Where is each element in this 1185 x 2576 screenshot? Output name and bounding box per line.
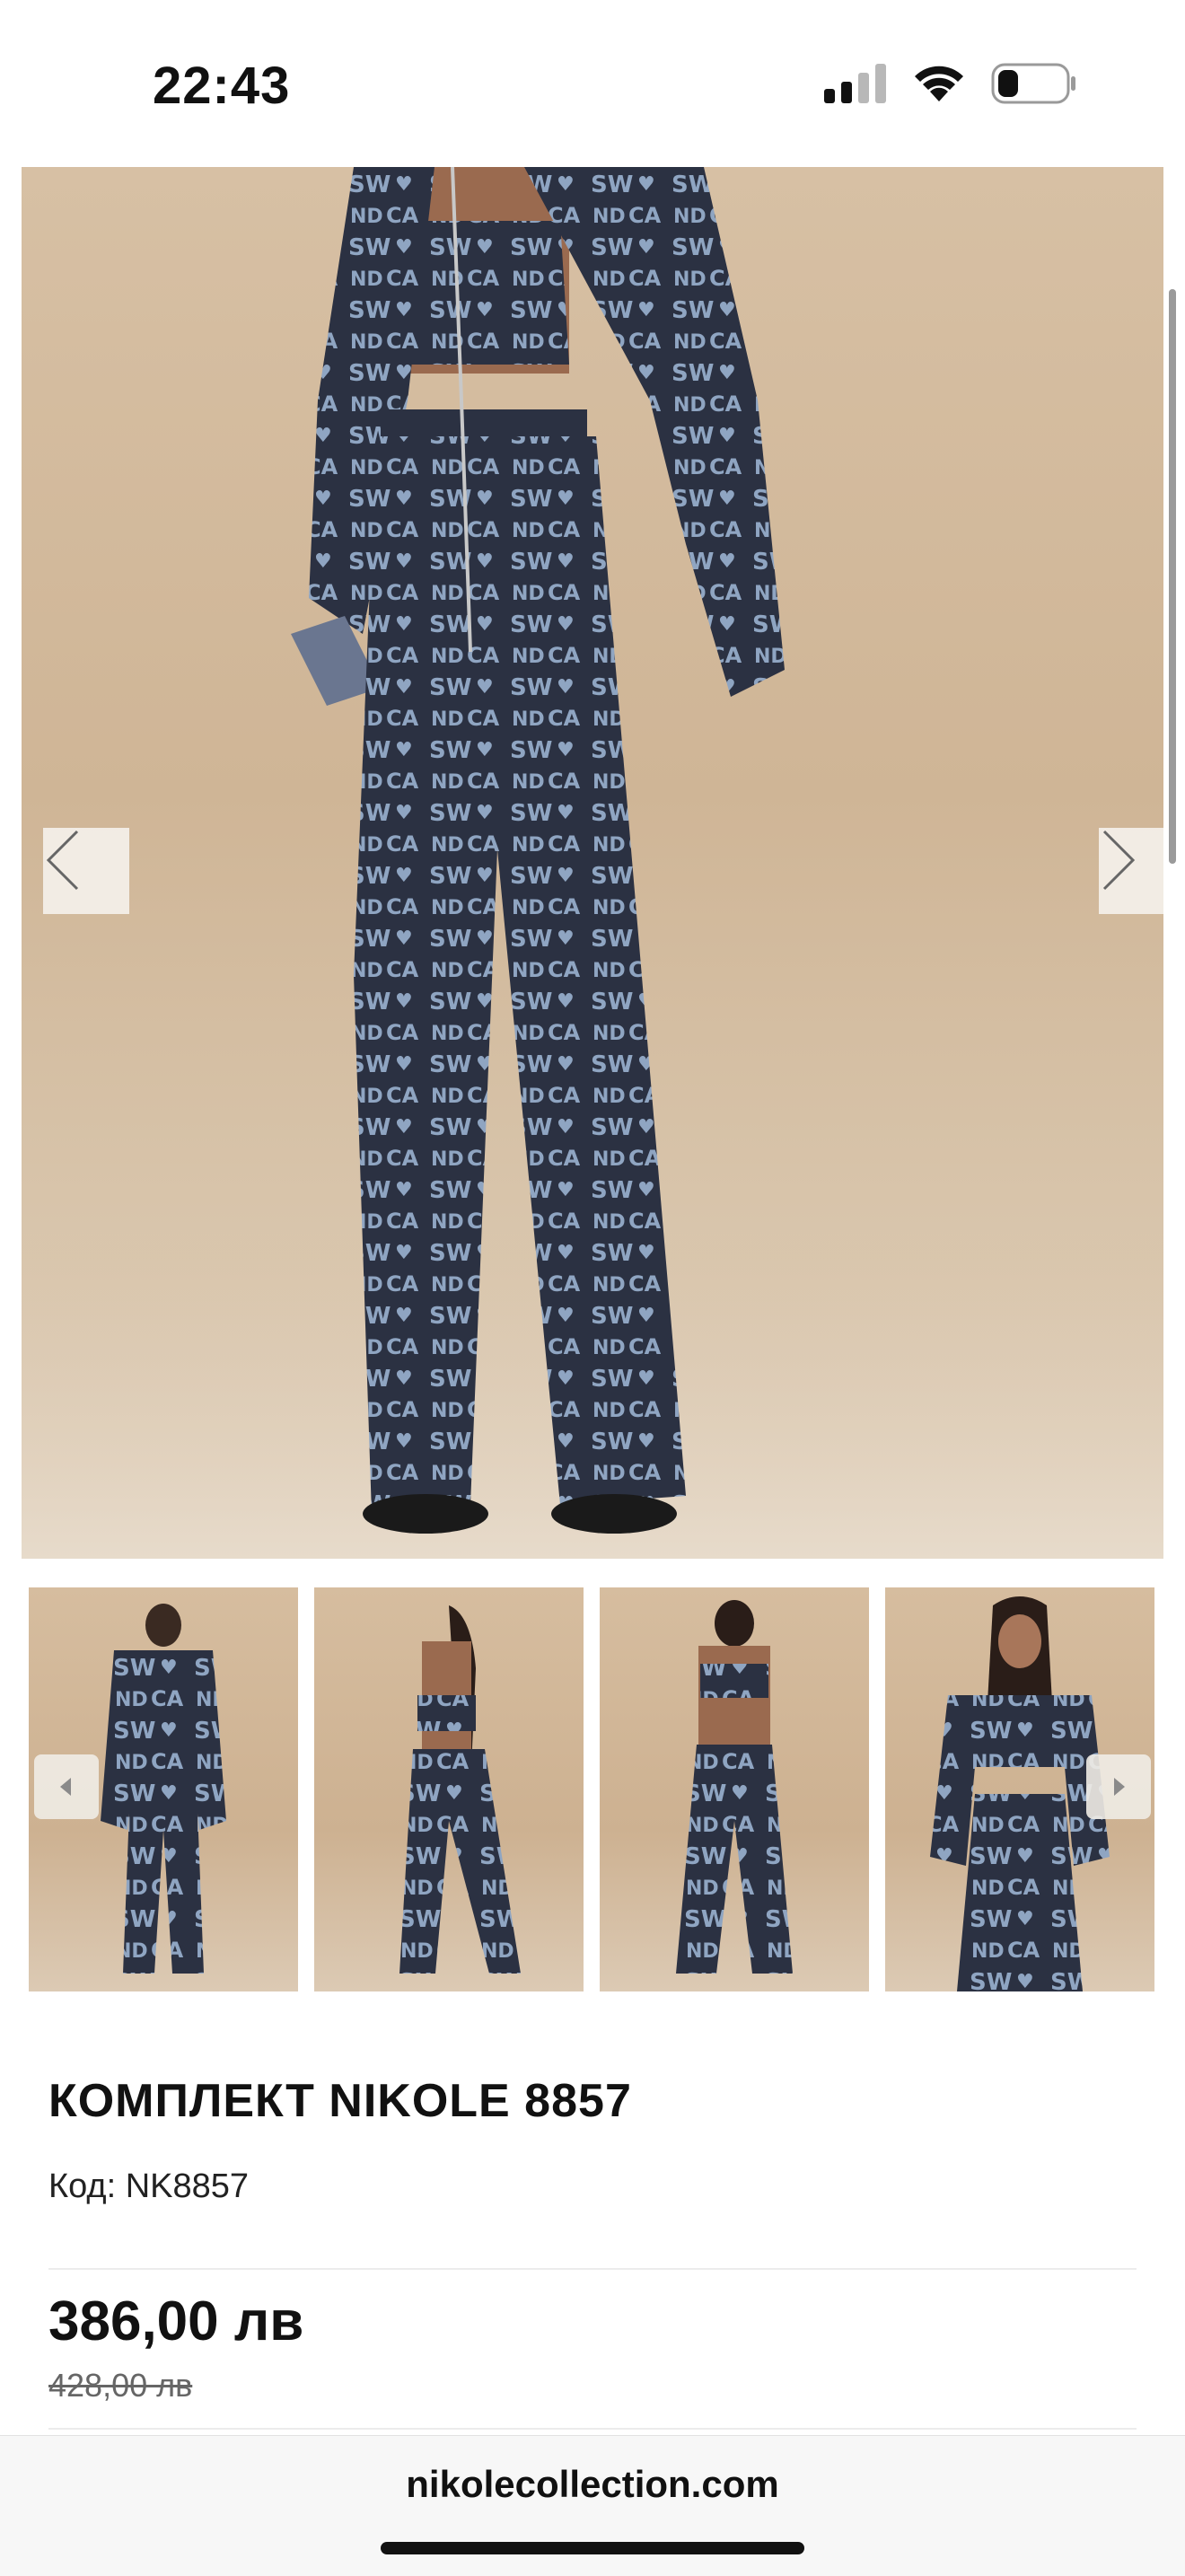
thumbnail-2[interactable] — [314, 1587, 584, 1991]
status-icons — [824, 63, 1077, 104]
price-current: 386,00 лв — [48, 2290, 304, 2352]
status-time: 22:43 — [153, 57, 291, 115]
page-scrollbar[interactable] — [1169, 289, 1176, 864]
gallery-prev-button[interactable] — [43, 828, 129, 914]
battery-icon — [991, 63, 1077, 104]
thumbnail-strip — [29, 1587, 1156, 1991]
caret-left-icon — [60, 1778, 71, 1796]
home-indicator[interactable] — [381, 2542, 804, 2554]
product-code: Код: NK8857 — [48, 2167, 250, 2205]
status-bar: 22:43 — [0, 0, 1185, 167]
gallery-next-button[interactable] — [1099, 828, 1163, 914]
divider — [48, 2428, 1137, 2430]
chevron-right-icon — [1102, 830, 1136, 891]
divider — [48, 2268, 1137, 2270]
caret-right-icon — [1114, 1778, 1125, 1796]
wifi-icon — [912, 64, 966, 103]
price-old: 428,00 лв — [48, 2367, 193, 2404]
cellular-signal-icon — [824, 64, 887, 103]
chevron-left-icon — [46, 830, 79, 891]
main-product-image[interactable]: SW CA ♥ ND — [22, 167, 1163, 1559]
browser-url-bar[interactable]: nikolecollection.com — [0, 2435, 1185, 2576]
product-title: КОМПЛЕКТ NIKOLE 8857 — [48, 2075, 632, 2127]
url-text[interactable]: nikolecollection.com — [0, 2463, 1185, 2506]
thumbnail-prev-button[interactable] — [34, 1754, 99, 1819]
thumbnail-next-button[interactable] — [1086, 1754, 1151, 1819]
thumbnail-3[interactable] — [600, 1587, 869, 1991]
